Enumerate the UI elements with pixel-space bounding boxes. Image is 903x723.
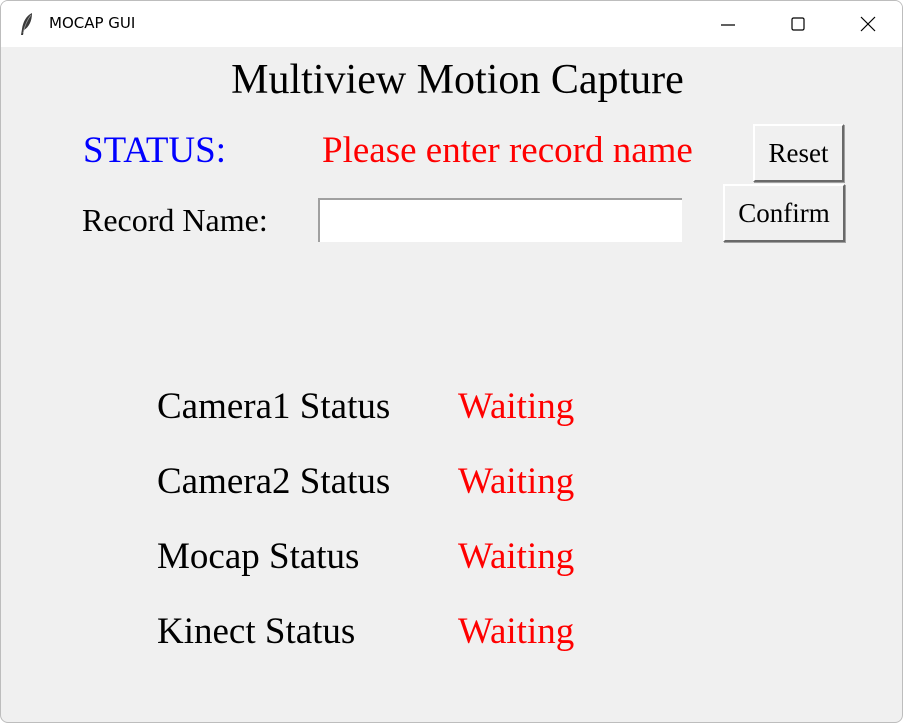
app-window: MOCAP GUI Multiview Motion Capture STATU… <box>0 0 903 723</box>
page-title: Multiview Motion Capture <box>231 57 684 103</box>
reset-button[interactable]: Reset <box>753 124 844 182</box>
minimize-button[interactable] <box>693 1 763 47</box>
close-button[interactable] <box>833 1 902 47</box>
camera1-status-value: Waiting <box>458 386 575 427</box>
close-icon <box>860 16 876 32</box>
status-message: Please enter record name <box>322 130 693 171</box>
status-label: STATUS: <box>83 130 227 171</box>
title-bar[interactable]: MOCAP GUI <box>1 1 902 47</box>
mocap-status-label: Mocap Status <box>157 536 360 577</box>
record-name-label: Record Name: <box>82 202 268 238</box>
feather-icon <box>19 12 35 36</box>
window-title: MOCAP GUI <box>49 14 136 32</box>
camera2-status-value: Waiting <box>458 461 575 502</box>
mocap-status-value: Waiting <box>458 536 575 577</box>
confirm-button[interactable]: Confirm <box>723 184 845 242</box>
camera1-status-label: Camera1 Status <box>157 386 391 427</box>
maximize-icon <box>791 17 805 31</box>
kinect-status-value: Waiting <box>458 611 575 652</box>
kinect-status-label: Kinect Status <box>157 611 356 652</box>
camera2-status-label: Camera2 Status <box>157 461 391 502</box>
minimize-icon <box>721 24 735 26</box>
record-name-input[interactable] <box>318 198 682 242</box>
maximize-button[interactable] <box>763 1 833 47</box>
